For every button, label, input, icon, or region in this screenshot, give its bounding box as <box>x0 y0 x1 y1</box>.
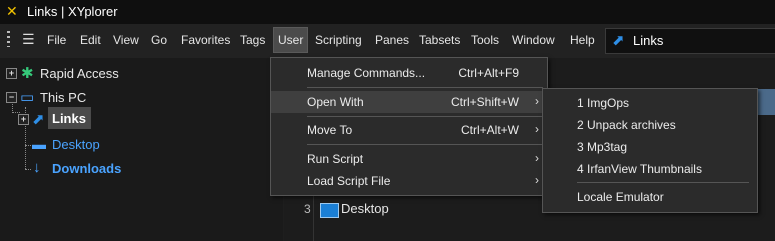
hamburger-menu-icon[interactable]: ☰ <box>22 31 35 48</box>
submenu-chevron-icon: › <box>535 173 539 187</box>
menu-help[interactable]: Help <box>570 33 595 47</box>
xyplorer-logo-icon: ✕ <box>6 3 18 19</box>
submenu-item-unpack-archives[interactable]: 2 Unpack archives <box>577 118 676 132</box>
menu-item-open-with[interactable]: Open With Ctrl+Shift+W › <box>271 91 547 113</box>
tree-item-desktop[interactable]: Desktop <box>52 137 100 152</box>
collapse-this-pc-icon[interactable]: − <box>6 92 17 103</box>
menu-view[interactable]: View <box>113 33 139 47</box>
menu-separator <box>307 116 543 117</box>
submenu-chevron-icon: › <box>535 122 539 136</box>
tree-item-rapid-access[interactable]: Rapid Access <box>40 66 119 81</box>
tree-item-downloads[interactable]: Downloads <box>52 161 121 176</box>
menu-scripting[interactable]: Scripting <box>315 33 362 47</box>
menu-window[interactable]: Window <box>512 33 555 47</box>
menu-separator <box>307 144 543 145</box>
links-shortcut-icon: ⬈ <box>32 111 45 128</box>
menu-item-load-script-file[interactable]: Load Script File › <box>271 170 547 192</box>
toolbar-grip-icon[interactable] <box>7 31 10 47</box>
submenu-chevron-icon: › <box>535 151 539 165</box>
computer-icon: ▭ <box>20 89 35 106</box>
menu-separator <box>307 87 543 88</box>
menu-user[interactable]: User <box>273 27 309 53</box>
desktop-shortcut-icon <box>320 203 339 218</box>
open-with-submenu: 1 ImgOps 2 Unpack archives 3 Mp3tag 4 Ir… <box>542 88 758 213</box>
tree-line <box>25 169 31 170</box>
expand-rapid-access-icon[interactable]: + <box>6 68 17 79</box>
menu-item-move-to[interactable]: Move To Ctrl+Alt+W › <box>271 119 547 141</box>
shortcut-arrow-icon: ⬈ <box>612 32 625 49</box>
submenu-chevron-icon: › <box>535 94 539 108</box>
user-menu-dropdown: Manage Commands... Ctrl+Alt+F9 Open With… <box>270 57 548 196</box>
expand-links-icon[interactable]: + <box>18 114 29 125</box>
submenu-item-mp3tag[interactable]: 3 Mp3tag <box>577 140 627 154</box>
submenu-item-imgops[interactable]: 1 ImgOps <box>577 96 629 110</box>
menu-go[interactable]: Go <box>151 33 167 47</box>
submenu-item-locale-emulator[interactable]: Locale Emulator <box>577 190 664 204</box>
row-number: 3 <box>304 202 311 216</box>
tree-line <box>25 145 31 146</box>
rapid-access-icon: ✱ <box>21 65 34 82</box>
tree-line <box>12 112 20 113</box>
menu-item-manage-commands[interactable]: Manage Commands... Ctrl+Alt+F9 <box>271 62 547 84</box>
menu-item-run-script[interactable]: Run Script › <box>271 148 547 170</box>
menu-tags[interactable]: Tags <box>240 33 265 47</box>
menu-edit[interactable]: Edit <box>80 33 101 47</box>
address-value: Links <box>633 33 664 48</box>
menu-tools[interactable]: Tools <box>471 33 499 47</box>
address-bar[interactable]: ⬈ Links <box>605 28 775 54</box>
downloads-arrow-icon: ↓ <box>33 159 41 176</box>
menu-separator <box>577 182 749 183</box>
menu-file[interactable]: File <box>47 33 66 47</box>
menu-tabsets[interactable]: Tabsets <box>419 33 460 47</box>
submenu-item-irfanview-thumbnails[interactable]: 4 IrfanView Thumbnails <box>577 162 702 176</box>
menu-favorites[interactable]: Favorites <box>181 33 230 47</box>
list-item-desktop[interactable]: Desktop <box>341 201 389 216</box>
tree-item-links[interactable]: Links <box>52 111 86 126</box>
menu-panes[interactable]: Panes <box>375 33 409 47</box>
title-bar: ✕ Links | XYplorer <box>0 0 775 24</box>
tree-item-this-pc[interactable]: This PC <box>40 90 86 105</box>
window-title: Links | XYplorer <box>27 4 118 19</box>
desktop-icon: ▬ <box>32 136 46 152</box>
